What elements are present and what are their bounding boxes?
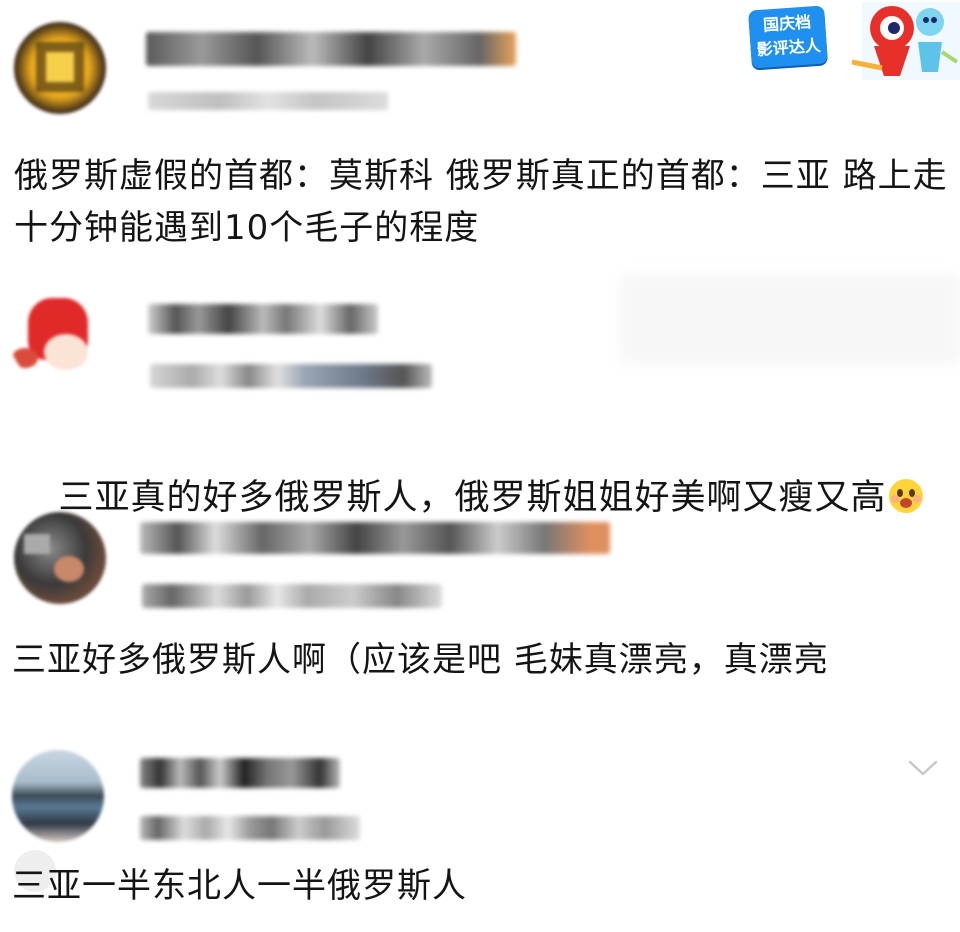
comment-text: 三亚好多俄罗斯人啊（应该是吧 毛妹真漂亮，真漂亮	[12, 640, 829, 680]
comment-item: 三亚一半东北人一半俄罗斯人	[0, 710, 960, 932]
badge-label: 国庆档 影评达人	[748, 5, 828, 69]
avatar[interactable]	[14, 512, 106, 604]
comment-text: 俄罗斯虚假的首都：莫斯科 俄罗斯真正的首都：三亚 路上走十分钟能遇到10个毛子的…	[14, 156, 948, 248]
username-obscured[interactable]	[140, 522, 610, 554]
chevron-down-icon[interactable]	[908, 758, 938, 778]
avatar[interactable]	[12, 750, 104, 842]
username-obscured[interactable]	[140, 758, 340, 788]
meta-obscured	[142, 584, 442, 608]
background-smudge	[620, 274, 960, 364]
film-reviewer-badge: 国庆档 影评达人	[742, 2, 960, 80]
meta-obscured	[148, 92, 388, 110]
avatar[interactable]	[10, 292, 102, 384]
meta-obscured	[150, 364, 432, 388]
comment-text: 三亚一半东北人一半俄罗斯人	[12, 866, 467, 906]
avatar[interactable]	[14, 22, 106, 114]
comment-item: 三亚真的好多俄罗斯人，俄罗斯姐姐好美啊又瘦又高	[0, 260, 960, 518]
meta-obscured	[140, 816, 360, 840]
comment-item: 国庆档 影评达人 俄罗斯虚假的首都：莫斯科 俄罗斯真正的首都：三亚 路上走十分钟…	[0, 0, 960, 260]
mascot-icon	[851, 2, 960, 80]
comment-item: 三亚好多俄罗斯人啊（应该是吧 毛妹真漂亮，真漂亮	[0, 500, 960, 710]
username-obscured[interactable]	[148, 304, 378, 334]
username-obscured[interactable]	[146, 32, 516, 66]
